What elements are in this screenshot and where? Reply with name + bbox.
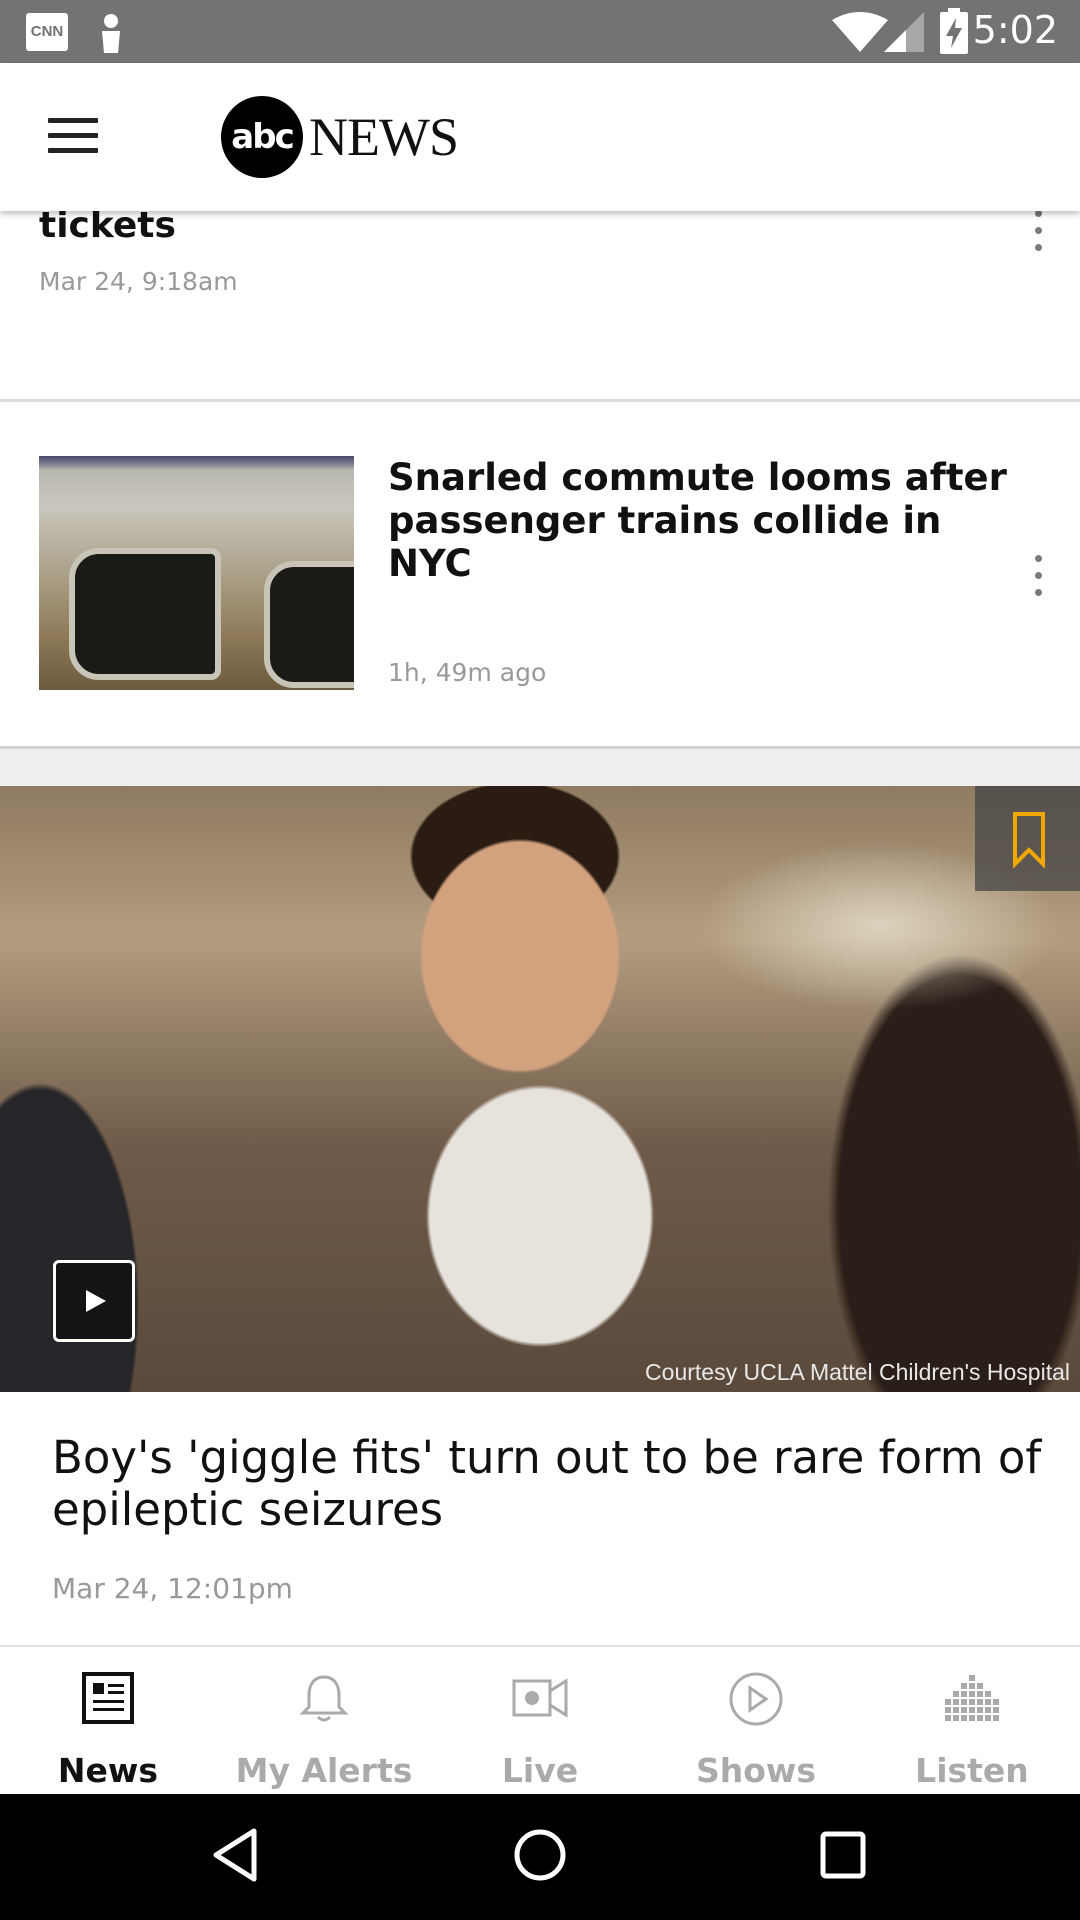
status-time: 5:02 [972, 8, 1058, 52]
tab-label: Shows [695, 1751, 817, 1790]
train-window-shape [69, 548, 221, 680]
news-icon [81, 1671, 135, 1729]
logo-news-text: NEWS [309, 107, 459, 167]
train-window-shape [264, 561, 354, 688]
photo-credit: Courtesy UCLA Mattel Children's Hospital [645, 1359, 1070, 1385]
more-options-icon[interactable] [1032, 555, 1044, 606]
person-notification-icon [98, 13, 124, 57]
play-video-icon[interactable] [53, 1260, 135, 1342]
play-circle-icon [728, 1671, 784, 1731]
story-thumbnail[interactable] [39, 456, 354, 690]
story-date: Mar 24, 12:01pm [52, 1572, 293, 1605]
tab-my-alerts[interactable]: My Alerts [216, 1647, 432, 1796]
equalizer-icon [945, 1671, 999, 1729]
tab-label: My Alerts [235, 1751, 413, 1790]
story-title[interactable]: tickets [39, 205, 176, 246]
cnn-notification-icon: CNN [26, 13, 68, 51]
story-title[interactable]: Boy's 'giggle fits' turn out to be rare … [52, 1432, 1052, 1536]
abc-logo-mark: abc [221, 96, 303, 178]
tab-label: Listen [915, 1751, 1029, 1790]
bookmark-icon[interactable] [975, 786, 1080, 891]
system-nav-bar [0, 1794, 1080, 1920]
tab-listen[interactable]: Listen [864, 1647, 1080, 1796]
bell-icon [297, 1671, 351, 1729]
more-options-icon[interactable] [1032, 210, 1044, 261]
video-thumbnail[interactable]: Courtesy UCLA Mattel Children's Hospital [0, 786, 1080, 1392]
video-camera-icon [510, 1671, 570, 1729]
status-bar: CNN 5:02 [0, 0, 1080, 63]
battery-charging-icon [940, 8, 968, 58]
story-time: 1h, 49m ago [388, 658, 547, 687]
section-gap [0, 746, 1080, 789]
back-icon[interactable] [210, 1827, 260, 1887]
tab-label: Live [501, 1751, 579, 1790]
abc-news-logo: abc NEWS [221, 95, 459, 179]
cnn-label: CNN [30, 23, 64, 40]
bottom-tab-bar: News My Alerts Live Shows Listen [0, 1645, 1080, 1796]
signal-icon [884, 12, 924, 56]
tab-label: News [57, 1751, 159, 1790]
home-icon[interactable] [512, 1827, 568, 1887]
tab-news[interactable]: News [0, 1647, 216, 1796]
app-header: abc NEWS [0, 63, 1080, 211]
story-title[interactable]: Snarled commute looms after passenger tr… [388, 456, 1008, 585]
divider [0, 399, 1080, 402]
tab-shows[interactable]: Shows [648, 1647, 864, 1796]
wifi-icon [832, 12, 888, 56]
hamburger-menu-icon[interactable] [48, 118, 98, 154]
tab-live[interactable]: Live [432, 1647, 648, 1796]
recents-icon[interactable] [818, 1827, 868, 1887]
story-date: Mar 24, 9:18am [39, 267, 238, 296]
